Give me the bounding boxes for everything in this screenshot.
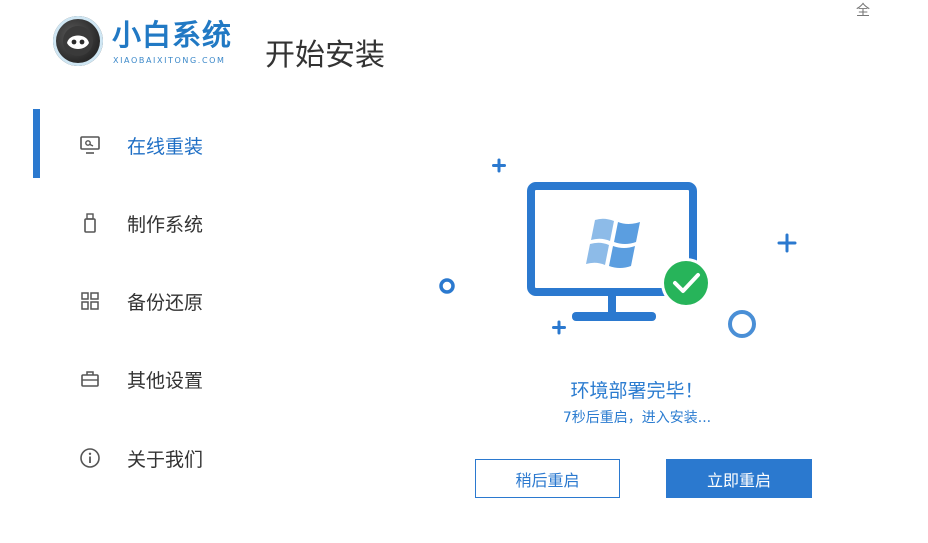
monitor-icon bbox=[78, 133, 102, 157]
ring-icon bbox=[439, 278, 455, 294]
sidebar-item-make-system[interactable]: 制作系统 bbox=[78, 208, 203, 238]
sidebar-active-indicator bbox=[33, 109, 40, 178]
usb-drive-icon bbox=[78, 211, 102, 235]
sidebar-item-label: 其他设置 bbox=[127, 369, 204, 392]
sidebar-item-about-us[interactable]: 关于我们 bbox=[78, 443, 203, 473]
corner-glyph: 全 bbox=[856, 3, 870, 19]
logo-name: 小白系统 bbox=[112, 18, 233, 52]
sidebar-item-other-settings[interactable]: 其他设置 bbox=[78, 364, 203, 394]
sidebar-item-online-reinstall[interactable]: 在线重装 bbox=[78, 130, 203, 160]
logo-face-icon bbox=[63, 26, 93, 56]
sidebar-item-label: 备份还原 bbox=[127, 291, 204, 314]
sidebar-item-backup-restore[interactable]: 备份还原 bbox=[78, 286, 203, 316]
info-icon bbox=[78, 446, 102, 470]
install-complete-illustration bbox=[439, 158, 797, 338]
sidebar-item-label: 关于我们 bbox=[127, 448, 204, 471]
grid-blocks-icon bbox=[78, 289, 102, 313]
success-check-icon bbox=[661, 258, 711, 308]
sidebar-item-label: 制作系统 bbox=[127, 213, 204, 236]
status-title: 环境部署完毕！ bbox=[570, 380, 704, 402]
status-countdown: 7秒后重启，进入安装... bbox=[562, 410, 712, 426]
page-title: 开始安装 bbox=[265, 38, 385, 73]
restart-later-button[interactable]: 稍后重启 bbox=[475, 459, 620, 498]
logo-subtitle: XIAOBAIXITONG.COM bbox=[113, 56, 226, 65]
briefcase-icon bbox=[78, 367, 102, 391]
sidebar-item-label: 在线重装 bbox=[127, 135, 204, 158]
restart-now-button[interactable]: 立即重启 bbox=[666, 459, 812, 498]
ring-icon bbox=[728, 310, 756, 338]
